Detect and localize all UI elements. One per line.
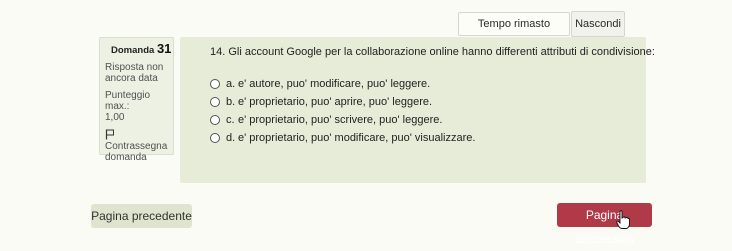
answer-option-a[interactable]: a. e' autore, puo' modificare, puo' legg… [210, 77, 430, 91]
flag-icon[interactable] [105, 129, 115, 140]
radio-button[interactable] [210, 115, 220, 125]
answer-letter: c. [226, 114, 235, 126]
answer-text: e' proprietario, puo' modificare, puo' v… [238, 132, 476, 144]
flag-line-2: domanda [105, 152, 147, 163]
score-label: Punteggio max.: [105, 90, 151, 112]
previous-page-label: Pagina precedente [91, 209, 192, 223]
answer-text: e' proprietario, puo' aprire, puo' legge… [238, 96, 433, 108]
answer-text: e' autore, puo' modificare, puo' leggere… [238, 78, 431, 90]
question-number: 31 [156, 41, 172, 56]
answer-option-d[interactable]: d. e' proprietario, puo' modificare, puo… [210, 131, 475, 145]
next-page-button[interactable]: Pagina successiva [557, 203, 652, 246]
question-content-panel: 14. Gli account Google per la collaboraz… [180, 37, 655, 183]
previous-page-button[interactable]: Pagina precedente [91, 204, 192, 228]
radio-button[interactable] [210, 97, 220, 107]
radio-button[interactable] [210, 133, 220, 143]
timer-display: Tempo rimasto 0:09:01 [458, 12, 570, 52]
question-label: Domanda [111, 45, 155, 56]
hide-button-label: Nascondi [575, 18, 621, 30]
answer-status: Risposta non ancora data [105, 62, 173, 84]
answer-option-c[interactable]: c. e' proprietario, puo' scrivere, puo' … [210, 113, 442, 127]
status-line-2: ancora data [105, 73, 158, 84]
flag-question-link[interactable]: Contrassegna domanda [105, 141, 173, 163]
answer-option-b[interactable]: b. e' proprietario, puo' aprire, puo' le… [210, 95, 432, 109]
hide-timer-button[interactable]: Nascondi [571, 11, 625, 37]
status-line-1: Risposta non [105, 62, 164, 73]
question-text: 14. Gli account Google per la collaboraz… [210, 46, 655, 58]
question-info-panel: Domanda 31 Risposta non ancora data Punt… [99, 37, 174, 163]
max-score: Punteggio max.: 1,00 [105, 90, 173, 123]
answer-letter: b. [226, 96, 236, 108]
score-value: 1,00 [105, 112, 125, 123]
question-title: Domanda 31 [111, 41, 173, 56]
flag-line-1: Contrassegna [105, 141, 168, 152]
radio-button[interactable] [210, 79, 220, 89]
hand-pointer-icon [616, 210, 630, 229]
answer-letter: a. [226, 78, 236, 90]
answer-text: e' proprietario, puo' scrivere, puo' leg… [238, 114, 443, 126]
answer-letter: d. [226, 132, 236, 144]
